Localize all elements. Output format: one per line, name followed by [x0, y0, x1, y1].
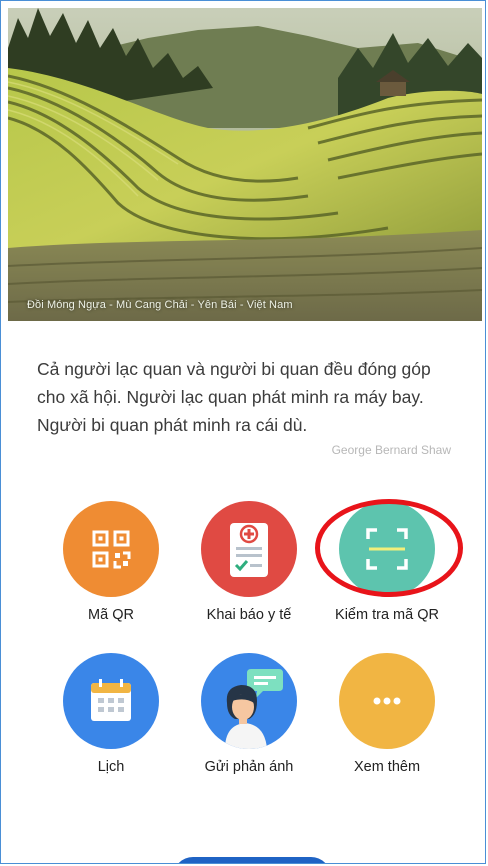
- feedback-person-icon: [201, 653, 297, 749]
- hero-image: [8, 8, 482, 321]
- bottom-primary-button[interactable]: [173, 857, 331, 863]
- qr-code-icon: [63, 501, 159, 597]
- tile-gui-phan-anh[interactable]: Gửi phản ánh: [179, 653, 319, 775]
- tile-xem-them[interactable]: Xem thêm: [317, 653, 457, 775]
- tile-label: Xem thêm: [353, 759, 421, 775]
- more-dots-icon: [339, 653, 435, 749]
- annotation-circle: [315, 499, 463, 597]
- medical-form-icon: [201, 501, 297, 597]
- calendar-icon: [63, 653, 159, 749]
- tile-label: Khai báo y tế: [206, 607, 292, 623]
- tile-khai-bao-y-te[interactable]: Khai báo y tế: [179, 501, 319, 623]
- rice-terrace-photo: [8, 8, 482, 321]
- tile-label: Lịch: [97, 759, 125, 775]
- app-frame: Đồi Móng Ngựa - Mù Cang Chải - Yên Bái -…: [0, 0, 486, 864]
- tile-ma-qr[interactable]: Mã QR: [41, 501, 181, 623]
- tile-lich[interactable]: Lịch: [41, 653, 181, 775]
- quote-text: Cả người lạc quan và người bi quan đều đ…: [37, 359, 431, 435]
- tile-label: Gửi phản ánh: [204, 759, 294, 775]
- tile-label: Kiểm tra mã QR: [335, 607, 439, 623]
- tile-label: Mã QR: [88, 607, 134, 623]
- hero-caption: Đồi Móng Ngựa - Mù Cang Chải - Yên Bái -…: [27, 299, 293, 311]
- quote-author: George Bernard Shaw: [331, 443, 451, 457]
